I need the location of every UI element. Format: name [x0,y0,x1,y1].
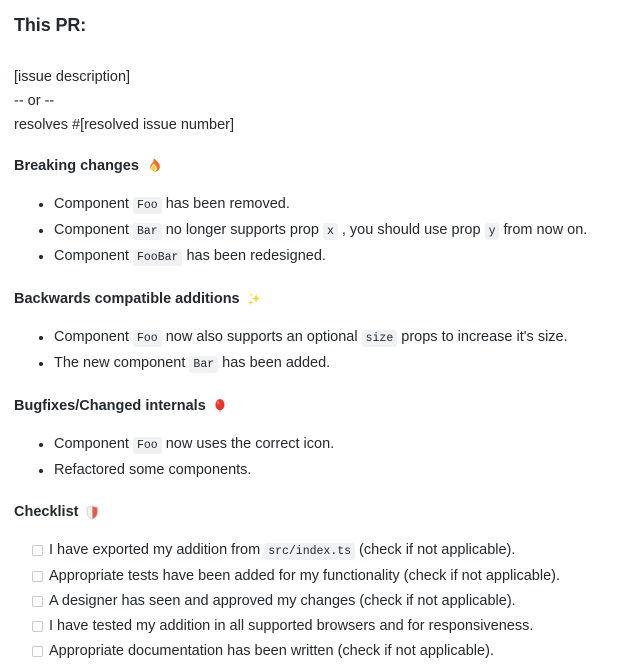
text-run: Component [54,329,133,346]
text-run: Component [54,248,133,265]
text-run: A designer has seen and approved my chan… [49,592,516,609]
checklist-item-label: A designer has seen and approved my chan… [49,593,516,609]
text-run: has been added. [218,355,331,372]
checklist-item-label: Appropriate documentation has been writt… [49,643,494,659]
list-item: Component Foo has been removed. [14,192,623,218]
list-item: Component Foo now uses the correct icon. [14,432,623,458]
text-run: Appropriate documentation has been writt… [49,642,494,659]
checkbox-5[interactable] [32,645,43,657]
intro-line-1: [issue description] [14,69,131,86]
issue-description-paragraph: [issue description] -- or -- resolves #[… [14,65,623,137]
section-heading-text: Backwards compatible additions [14,291,240,308]
bullet-list-breaking-changes: Component Foo has been removed. Component… [14,192,623,270]
text-run: The new component [54,355,190,372]
checkbox-4[interactable] [32,620,43,632]
sections-container: Breaking changes Component Foo has been r… [14,157,623,503]
section-heading-text: Bugfixes/Changed internals [14,398,206,415]
bullet-list-bugfixes-changed-internals: Component Foo now uses the correct icon.… [14,432,623,483]
text-run: props to increase it's size. [397,329,568,346]
checklist-item: Appropriate documentation has been writt… [14,639,623,664]
section-heading-bugfixes-changed-internals: Bugfixes/Changed internals [14,397,623,416]
inline-code: Bar [133,223,162,241]
pr-template-document: This PR: [issue description] -- or -- re… [0,0,637,664]
inline-code: x [322,223,338,241]
inline-code: y [484,223,500,241]
text-run: no longer supports prop [161,222,323,239]
list-item: Component Foo now also supports an optio… [14,325,623,351]
section-heading-checklist: Checklist [14,503,623,522]
text-run: Component [54,435,133,452]
page-title: This PR: [14,15,87,35]
text-run: Appropriate tests have been added for my… [49,567,561,584]
text-run: (check if not applicable). [355,541,516,558]
balloon-emoji [212,398,229,415]
inline-code: FooBar [133,249,183,267]
text-run: I have exported my addition from [49,541,265,558]
checklist-item: I have exported my addition from src/ind… [14,538,623,564]
checklist-list: I have exported my addition from src/ind… [14,538,623,664]
text-run: Refactored some components. [54,461,252,478]
checklist-item-label: I have exported my addition from src/ind… [49,541,516,560]
section-heading-text: Breaking changes [14,158,139,175]
inline-code: Foo [133,330,162,348]
text-run: from now on. [499,222,588,239]
text-run: now uses the correct icon. [161,435,335,452]
inline-code: src/index.ts [264,542,356,560]
section-heading-breaking-changes: Breaking changes [14,157,623,176]
text-run: has been removed. [161,196,290,213]
text-run: Component [54,196,133,213]
checkbox-2[interactable] [32,570,43,582]
list-item: Component Bar no longer supports prop x … [14,218,623,244]
text-run: , you should use prop [337,222,485,239]
bullet-list-backwards-compatible-additions: Component Foo now also supports an optio… [14,325,623,377]
list-item: The new component Bar has been added. [14,351,623,377]
text-run: Component [54,222,133,239]
checklist-item: Appropriate tests have been added for my… [14,564,623,589]
checklist-item: A designer has seen and approved my chan… [14,589,623,614]
section-heading-text: Checklist [14,503,79,520]
checkbox-3[interactable] [32,595,43,607]
text-run: I have tested my addition in all support… [49,617,534,634]
inline-code: size [361,330,398,348]
text-run: now also supports an optional [161,329,362,346]
checklist-item-label: Appropriate tests have been added for my… [49,568,560,584]
checkbox-1[interactable] [32,544,43,556]
text-run: has been redesigned. [182,248,326,265]
shield-emoji [84,504,101,521]
intro-line-3: resolves #[resolved issue number] [14,117,235,134]
inline-code: Foo [133,197,162,215]
list-item: Component FooBar has been redesigned. [14,244,623,270]
checklist-container: Checklist I have exported my addition fro… [14,503,623,664]
checklist-item-label: I have tested my addition in all support… [49,618,533,634]
list-item: Refactored some components. [14,458,623,483]
fire-emoji [145,158,162,175]
intro-line-2: -- or -- [14,93,55,110]
section-heading-backwards-compatible-additions: Backwards compatible additions [14,290,623,309]
sparkles-emoji [246,291,263,308]
inline-code: Bar [189,356,219,374]
inline-code: Foo [133,436,162,454]
